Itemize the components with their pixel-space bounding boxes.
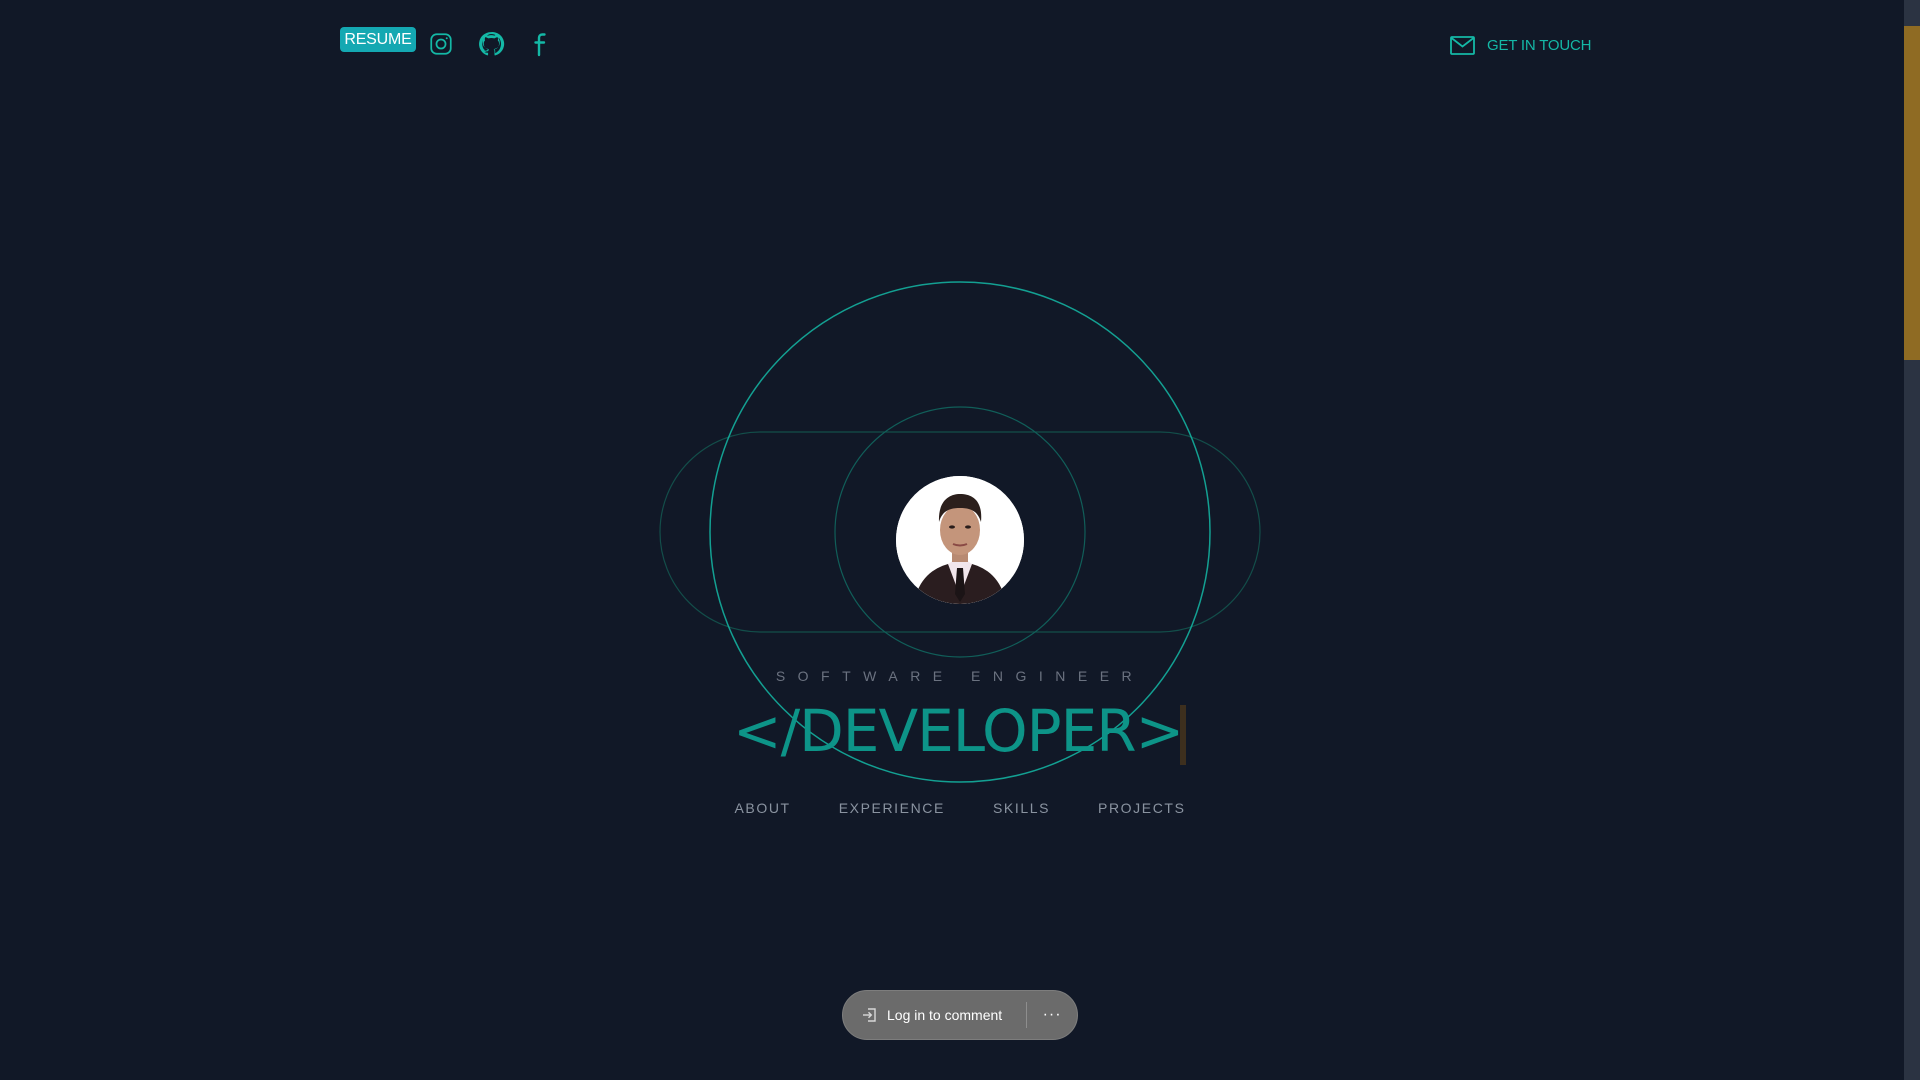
hero-headline: </DEVELOPER> bbox=[733, 697, 1184, 765]
get-in-touch-label: GET IN TOUCH bbox=[1487, 36, 1592, 54]
nav-projects[interactable]: PROJECTS bbox=[1098, 800, 1185, 816]
more-options-button[interactable]: ··· bbox=[1027, 1006, 1077, 1024]
nav-about[interactable]: ABOUT bbox=[734, 800, 790, 816]
login-to-comment-label: Log in to comment bbox=[887, 1007, 1003, 1023]
typing-cursor bbox=[1180, 705, 1186, 765]
mail-icon bbox=[1450, 35, 1475, 55]
login-to-comment-button[interactable]: Log in to comment bbox=[843, 991, 1002, 1039]
github-icon bbox=[479, 32, 505, 56]
facebook-icon bbox=[534, 33, 546, 57]
get-in-touch-link[interactable]: GET IN TOUCH bbox=[1450, 33, 1591, 57]
facebook-link[interactable] bbox=[526, 29, 556, 59]
main-nav: ABOUT EXPERIENCE SKILLS PROJECTS bbox=[0, 800, 1920, 816]
avatar bbox=[896, 476, 1024, 604]
login-arrow-icon bbox=[863, 1008, 876, 1022]
profile-photo bbox=[896, 476, 1024, 604]
hero-subtitle: SOFTWARE ENGINEER bbox=[775, 668, 1145, 684]
github-link[interactable] bbox=[476, 29, 506, 59]
instagram-link[interactable] bbox=[426, 29, 456, 59]
resume-button[interactable]: RESUME bbox=[340, 27, 416, 52]
nav-skills[interactable]: SKILLS bbox=[993, 800, 1050, 816]
scrollbar-thumb[interactable] bbox=[1904, 26, 1920, 360]
comment-bar: Log in to comment ··· bbox=[842, 990, 1078, 1040]
nav-experience[interactable]: EXPERIENCE bbox=[839, 800, 945, 816]
page: RESUME GET IN TOUCH SOFTWARE ENGINEER </… bbox=[0, 0, 1920, 1080]
instagram-icon bbox=[430, 33, 452, 55]
